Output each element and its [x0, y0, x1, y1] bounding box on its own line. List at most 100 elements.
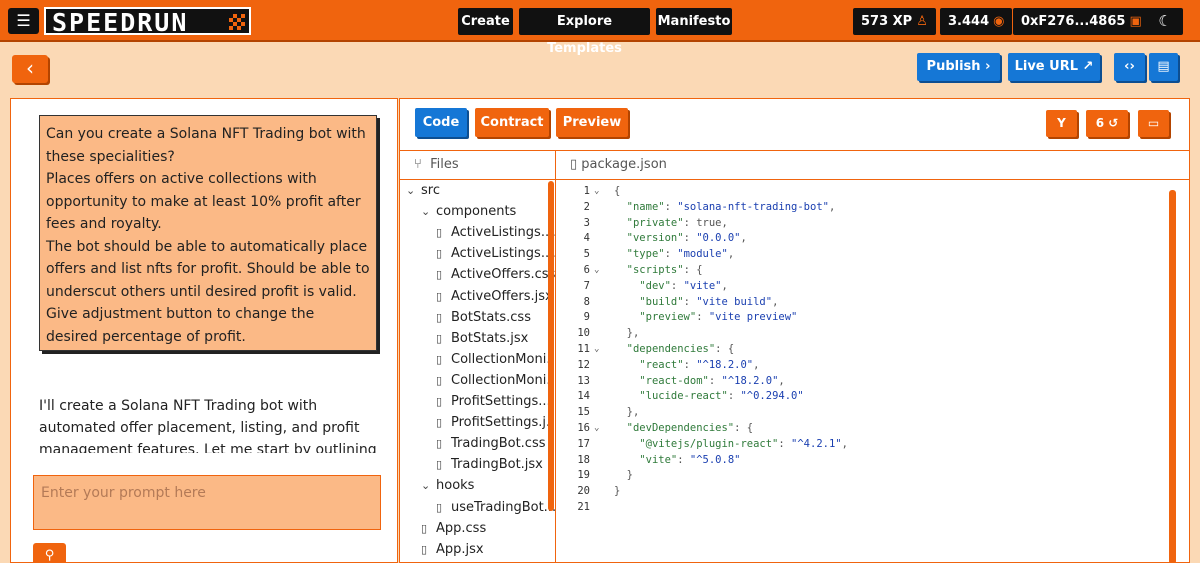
tree-item-label: ActiveOffers.css — [451, 267, 556, 283]
tree-file[interactable]: ▯ ActiveOffers.jsx — [436, 286, 553, 307]
code-line: "build": "vite build", — [639, 295, 779, 308]
tree-folder[interactable]: ⌄ components — [421, 201, 516, 222]
file-icon: ▯ — [436, 373, 443, 387]
message-paragraph: The bot should be able to automatically … — [46, 238, 370, 300]
tab-code[interactable]: Code — [415, 108, 467, 137]
attach-icon[interactable]: ⚲ — [33, 543, 66, 562]
tree-file[interactable]: ▯ TradingBot.css — [436, 433, 546, 454]
code-line: "@vitejs/plugin-react": "^4.2.1", — [639, 437, 848, 450]
tree-item-label: CollectionMoni... — [451, 351, 556, 367]
line-number: 16 — [577, 422, 590, 434]
speedrun-logo[interactable]: SPEEDRUN — [44, 7, 251, 35]
xp-badge[interactable]: 573 XP ♙ — [853, 8, 936, 35]
tree-item-label: ActiveOffers.jsx — [451, 288, 553, 304]
line-number: 4 — [583, 232, 590, 245]
line-number: 6 — [583, 264, 590, 276]
dark-mode-toggle-icon[interactable]: ☾ — [1147, 8, 1183, 35]
line-number: 13 — [577, 374, 590, 387]
code-line: "dev": "vite", — [639, 279, 728, 292]
fold-chevron-icon[interactable]: ⌄ — [594, 184, 599, 200]
files-tree-icon: ⑂ — [414, 157, 422, 172]
chevron-down-icon: ⌄ — [406, 184, 416, 197]
tree-item-label: BotStats.css — [451, 309, 531, 325]
code-line: } — [614, 469, 633, 482]
coin-icon: ◉ — [993, 14, 1005, 29]
file-icon: ▯ — [436, 458, 443, 472]
fold-chevron-icon[interactable]: ⌄ — [594, 263, 599, 279]
tree-file[interactable]: ▯ useTradingBot.... — [436, 497, 555, 518]
explore-templates-button[interactable]: Explore Templates — [519, 8, 650, 56]
code-line: }, — [614, 327, 640, 340]
line-number: 20 — [577, 485, 590, 498]
message-paragraph: Give adjustment button to change the des… — [46, 306, 315, 345]
code-line: "devDependencies": { — [626, 422, 754, 434]
branch-icon[interactable]: Y — [1046, 110, 1077, 137]
line-number: 15 — [577, 406, 590, 419]
code-scrollbar[interactable] — [1169, 190, 1176, 562]
code-line: "lucide-react": "^0.294.0" — [639, 390, 804, 403]
line-number: 10 — [577, 327, 590, 340]
code-view-icon[interactable]: ‹› — [1114, 53, 1145, 81]
tree-folder[interactable]: ⌄ hooks — [421, 475, 474, 496]
chevron-down-icon: ⌄ — [421, 205, 431, 219]
fold-chevron-icon[interactable]: ⌄ — [594, 342, 599, 358]
logo-text: SPEEDRUN — [52, 8, 189, 35]
line-number: 5 — [583, 248, 590, 261]
history-button[interactable]: 6 ↺ — [1086, 110, 1128, 137]
checkered-flag-icon — [229, 14, 245, 30]
xp-value: 573 XP — [861, 14, 913, 29]
tab-preview[interactable]: Preview — [556, 108, 628, 137]
top-navigation-bar: ☰ SPEEDRUN Create Explore Templates Mani… — [0, 0, 1200, 56]
code-line: "react": "^18.2.0", — [639, 358, 760, 371]
code-editor[interactable]: 1 ⌄{2 "name": "solana-nft-trading-bot", 3 … — [556, 180, 1189, 562]
tree-file[interactable]: ▯ TradingBot.jsx — [436, 454, 543, 475]
tree-file[interactable]: ▯ CollectionMoni... — [436, 370, 555, 391]
file-icon: ▯ — [421, 521, 428, 535]
tree-file[interactable]: ▯ BotStats.jsx — [436, 328, 528, 349]
tree-file[interactable]: ▯ App.jsx — [421, 539, 484, 560]
tree-folder[interactable]: ⌄ src — [406, 180, 440, 201]
file-icon: ▯ — [436, 437, 443, 451]
tab-contract[interactable]: Contract — [475, 108, 549, 137]
file-icon: ▯ — [436, 395, 443, 408]
tree-item-label: App.jsx — [436, 541, 484, 557]
line-number: 1 — [583, 185, 590, 197]
tree-file[interactable]: ▯ App.css — [421, 518, 486, 539]
tree-file[interactable]: ▯ ActiveListings.... — [436, 222, 555, 243]
tree-item-label: ActiveListings.... — [451, 246, 556, 262]
tree-file[interactable]: ▯ ActiveOffers.css — [436, 264, 555, 285]
line-number: 2 — [583, 200, 590, 213]
file-tree: ⌄ src ⌄ components ▯ ActiveListings.... ▯ Activ… — [400, 180, 556, 562]
tree-file[interactable]: ▯ ProfitSettings.... — [436, 391, 555, 412]
line-number: 9 — [583, 311, 590, 324]
line-number: 18 — [577, 453, 590, 466]
line-number: 11 — [577, 343, 590, 355]
tree-file[interactable]: ▯ ProfitSettings.j... — [436, 412, 556, 433]
fold-chevron-icon[interactable]: ⌄ — [594, 421, 599, 437]
code-line: "preview": "vite preview" — [639, 311, 798, 324]
tree-item-label: ProfitSettings.j... — [451, 415, 556, 431]
create-button[interactable]: Create — [458, 8, 513, 35]
pawn-icon: ♙ — [916, 14, 928, 29]
terminal-icon[interactable]: ▭ — [1138, 110, 1169, 137]
wallet-button[interactable]: 0xF276...4865 ▣ — [1013, 8, 1150, 35]
token-balance[interactable]: 3.444 ◉ — [940, 8, 1013, 35]
live-url-button[interactable]: Live URL ↗ — [1008, 53, 1100, 81]
chat-view-icon[interactable]: ▤ — [1149, 53, 1178, 81]
back-arrow-icon[interactable]: ‹ — [12, 55, 48, 83]
file-icon: ▯ — [436, 500, 443, 514]
tree-file[interactable]: ▯ BotStats.css — [436, 307, 531, 328]
tree-item-label: App.css — [436, 520, 487, 536]
hamburger-menu-icon[interactable]: ☰ — [8, 8, 39, 34]
manifesto-button[interactable]: Manifesto — [656, 8, 732, 35]
tree-file[interactable]: ▯ ActiveListings.... — [436, 243, 556, 264]
message-paragraph: Can you create a Solana NFT Trading bot … — [46, 126, 366, 165]
file-icon: ▯ — [436, 289, 443, 303]
code-line: "react-dom": "^18.2.0", — [639, 374, 785, 387]
publish-button[interactable]: Publish › — [917, 53, 1000, 81]
prompt-input[interactable]: Enter your prompt here — [33, 475, 381, 530]
file-tree-scrollbar[interactable] — [548, 181, 554, 511]
tree-file[interactable]: ▯ CollectionMoni... — [436, 349, 556, 370]
code-line: "dependencies": { — [626, 343, 735, 355]
file-icon: ▯ — [436, 310, 443, 324]
